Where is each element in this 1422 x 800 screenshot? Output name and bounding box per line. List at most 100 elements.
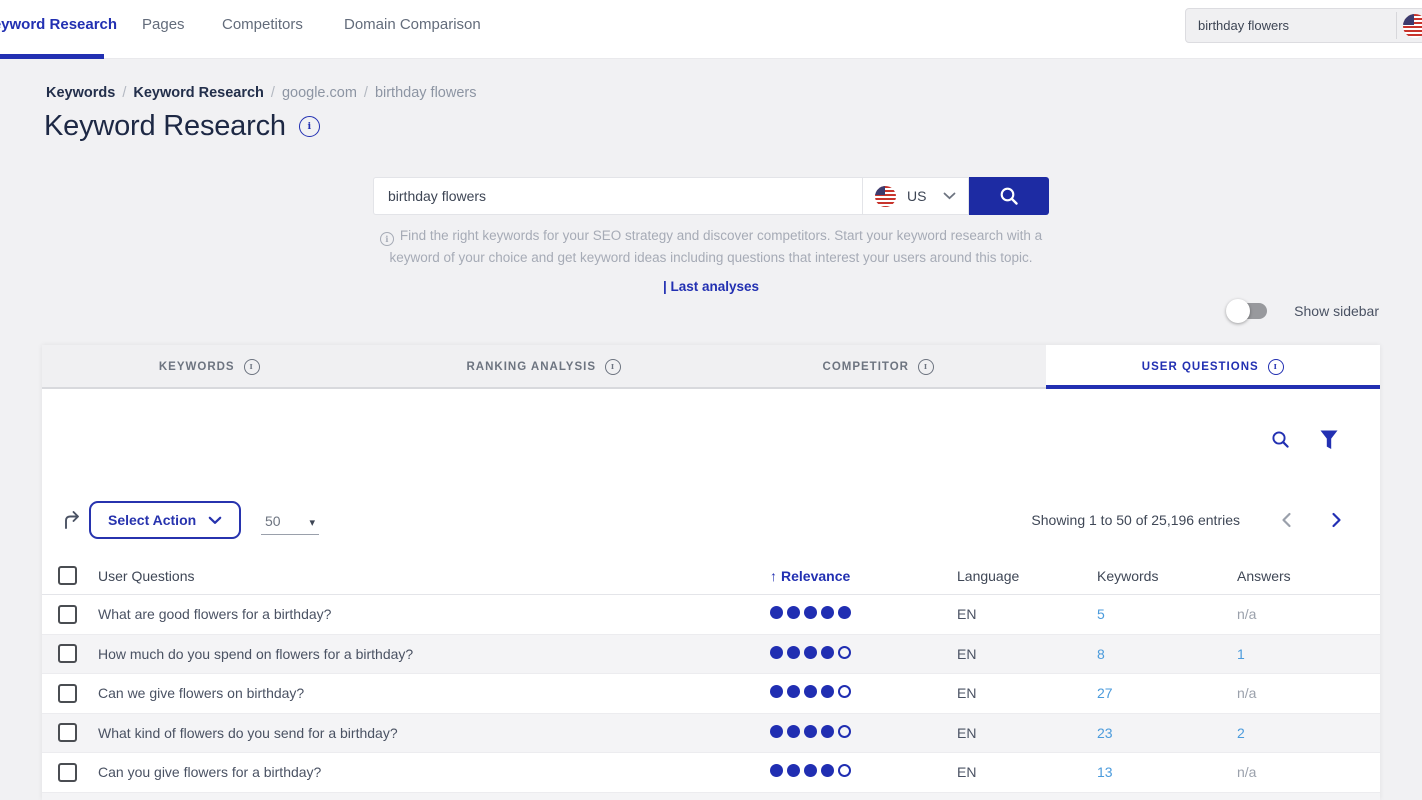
row-checkbox[interactable] — [58, 605, 77, 624]
nav-item-domain-comparison[interactable]: Domain Comparison — [344, 16, 481, 33]
search-button[interactable] — [969, 177, 1049, 215]
relevance-dot-filled — [804, 764, 817, 777]
action-row: Select Action 50 Showing 1 to 50 of 25,1… — [42, 500, 1380, 540]
answers-count: n/a — [1237, 606, 1256, 622]
table-row[interactable]: Can we give flowers on birthday? EN 27 n… — [42, 674, 1380, 714]
relevance-dot-filled — [770, 606, 783, 619]
export-icon[interactable] — [60, 507, 84, 531]
table-row[interactable]: Can you give flowers for a birthday? EN … — [42, 753, 1380, 793]
relevance-dot-open — [838, 764, 851, 777]
table-row[interactable]: How much do you spend on flowers for a b… — [42, 635, 1380, 675]
showing-entries-text: Showing 1 to 50 of 25,196 entries — [1031, 512, 1240, 528]
keyword-search-bar: US — [373, 177, 1049, 215]
breadcrumb-keywords[interactable]: Keywords — [46, 85, 115, 101]
sidebar-toggle-row: Show sidebar — [1228, 303, 1379, 319]
us-flag-icon[interactable] — [1403, 14, 1422, 38]
relevance-dot-filled — [787, 764, 800, 777]
relevance-dot-filled — [787, 685, 800, 698]
global-search-input[interactable] — [1186, 9, 1384, 42]
relevance-dot-filled — [821, 725, 834, 738]
chevron-left-icon — [1281, 512, 1292, 528]
relevance-dots — [770, 685, 855, 698]
relevance-dot-filled — [787, 646, 800, 659]
top-navigation: Keyword Research Pages Competitors Domai… — [0, 0, 1422, 59]
answers-count[interactable]: 1 — [1237, 646, 1245, 662]
tab-keywords[interactable]: Keywords — [42, 345, 377, 389]
us-flag-icon — [875, 186, 896, 207]
nav-item-pages[interactable]: Pages — [142, 16, 185, 33]
prev-page-button[interactable] — [1276, 508, 1296, 532]
keyword-search-input[interactable] — [373, 177, 862, 215]
user-question-text: How much do you spend on flowers for a b… — [98, 646, 765, 662]
row-checkbox[interactable] — [58, 644, 77, 663]
keywords-count[interactable]: 5 — [1097, 606, 1105, 622]
relevance-dots — [770, 725, 855, 738]
app-window: Keyword Research Pages Competitors Domai… — [0, 0, 1422, 800]
country-selector[interactable]: US — [862, 177, 969, 215]
language-value: EN — [955, 725, 1095, 741]
keywords-count[interactable]: 27 — [1097, 685, 1113, 701]
keywords-count[interactable]: 23 — [1097, 725, 1113, 741]
table-row[interactable]: What are good flowers for a birthday? EN… — [42, 595, 1380, 635]
select-action-button[interactable]: Select Action — [89, 501, 241, 539]
table-row[interactable]: What kind of flowers do you send for a b… — [42, 714, 1380, 754]
page-size-select[interactable]: 50 — [261, 504, 319, 535]
tab-competitor[interactable]: Competitor — [711, 345, 1046, 389]
intro-line1: Find the right keywords for your SEO str… — [400, 228, 1042, 243]
header-answers: Answers — [1235, 568, 1380, 584]
info-icon[interactable] — [1268, 359, 1284, 375]
relevance-dot-filled — [787, 606, 800, 619]
filter-icon[interactable] — [1320, 430, 1338, 450]
header-keywords: Keywords — [1095, 568, 1235, 584]
language-value: EN — [955, 764, 1095, 780]
row-checkbox[interactable] — [58, 723, 77, 742]
info-icon[interactable] — [605, 359, 621, 375]
country-code: US — [907, 188, 926, 204]
search-divider — [1396, 12, 1397, 39]
relevance-dot-filled — [821, 685, 834, 698]
tab-user-questions[interactable]: User Questions — [1046, 345, 1381, 389]
language-value: EN — [955, 685, 1095, 701]
active-nav-underline — [0, 54, 104, 59]
table-tools — [1270, 429, 1338, 450]
breadcrumb-query: birthday flowers — [375, 85, 477, 101]
relevance-dot-filled — [770, 725, 783, 738]
user-question-text: Can we give flowers on birthday? — [98, 685, 765, 701]
next-page-button[interactable] — [1326, 508, 1346, 532]
title-info-icon[interactable] — [299, 116, 320, 137]
relevance-dot-filled — [804, 606, 817, 619]
header-language: Language — [955, 568, 1095, 584]
nav-item-competitors[interactable]: Competitors — [222, 16, 303, 33]
last-analyses-link[interactable]: | Last analyses — [361, 276, 1061, 298]
breadcrumb-keyword-research[interactable]: Keyword Research — [133, 85, 264, 101]
user-question-text: What are good flowers for a birthday? — [98, 606, 765, 622]
user-question-text: Can you give flowers for a birthday? — [98, 764, 765, 780]
header-relevance-sort[interactable]: Relevance — [765, 568, 955, 584]
search-icon[interactable] — [1270, 429, 1291, 450]
answers-count[interactable]: 2 — [1237, 725, 1245, 741]
sort-ascending-icon — [770, 568, 777, 584]
header-user-questions: User Questions — [98, 568, 765, 584]
info-icon[interactable] — [244, 359, 260, 375]
relevance-dot-filled — [821, 764, 834, 777]
user-question-text: What kind of flowers do you send for a b… — [98, 725, 765, 741]
info-icon[interactable] — [918, 359, 934, 375]
row-checkbox[interactable] — [58, 684, 77, 703]
show-sidebar-toggle[interactable] — [1228, 303, 1267, 319]
relevance-dots — [770, 646, 855, 659]
keywords-count[interactable]: 8 — [1097, 646, 1105, 662]
table-header-row: User Questions Relevance Language Keywor… — [42, 557, 1380, 595]
language-value: EN — [955, 606, 1095, 622]
relevance-dot-filled — [838, 606, 851, 619]
select-all-checkbox[interactable] — [58, 566, 77, 585]
relevance-dot-filled — [821, 646, 834, 659]
nav-item-keyword-research[interactable]: Keyword Research — [0, 16, 117, 33]
chevron-down-icon — [943, 192, 956, 200]
relevance-dot-filled — [787, 725, 800, 738]
tab-ranking-analysis[interactable]: Ranking Analysis — [377, 345, 712, 389]
intro-line2: keyword of your choice and get keyword i… — [389, 250, 1032, 265]
row-checkbox[interactable] — [58, 763, 77, 782]
keywords-count[interactable]: 13 — [1097, 764, 1113, 780]
breadcrumb-domain: google.com — [282, 85, 357, 101]
relevance-dot-filled — [821, 606, 834, 619]
